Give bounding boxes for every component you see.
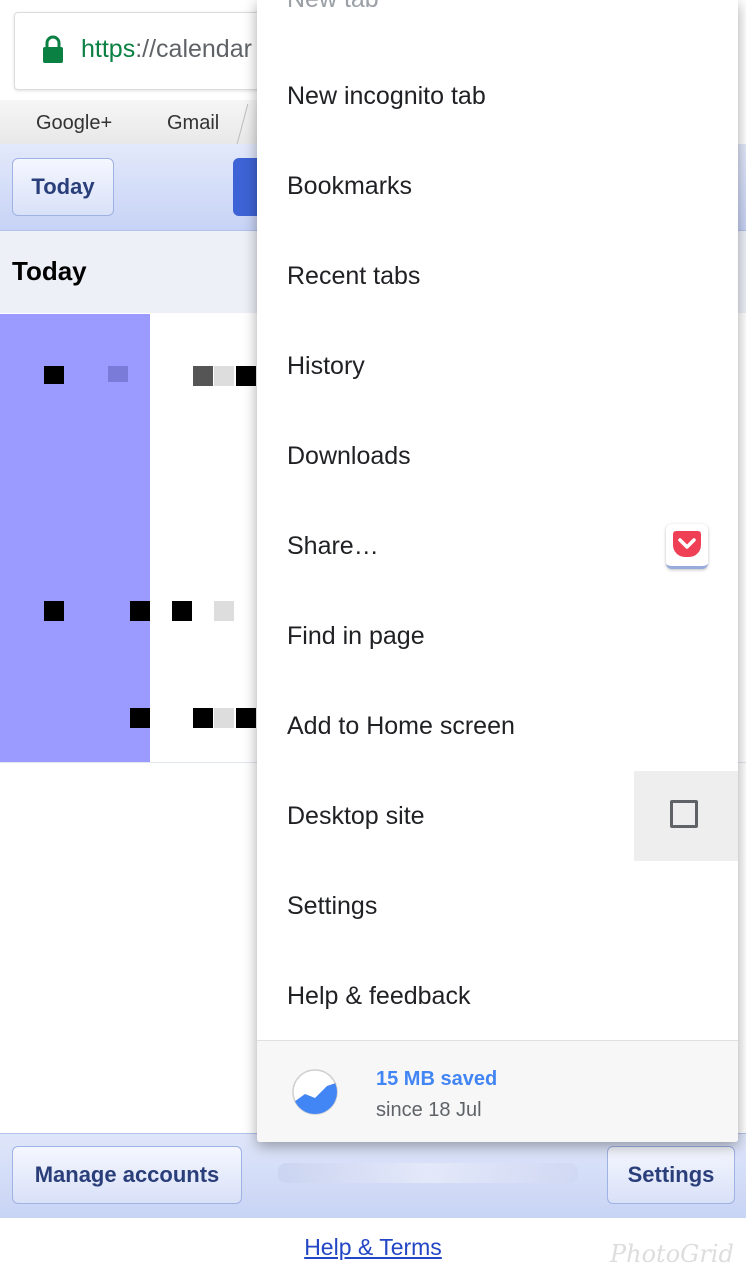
redaction-mark [130,601,150,621]
redaction-mark [44,366,64,384]
menu-item-label: Recent tabs [287,261,421,290]
redaction-mark [108,366,128,382]
redaction-mark [130,708,150,728]
manage-accounts-button[interactable]: Manage accounts [12,1146,242,1204]
menu-item-label: New tab [287,0,379,14]
redaction-mark [214,366,234,386]
menu-item-help-feedback[interactable]: Help & feedback [257,951,738,1041]
menu-item-share[interactable]: Share… [257,501,738,591]
menu-item-new-incognito-tab[interactable]: New incognito tab [257,51,738,141]
overflow-menu: New tab New incognito tab Bookmarks Rece… [257,0,738,1142]
menu-item-label: Add to Home screen [287,711,515,740]
menu-item-settings[interactable]: Settings [257,861,738,951]
redaction-mark [214,708,234,728]
url-rest: ://calendar [135,35,252,63]
menu-item-find-in-page[interactable]: Find in page [257,591,738,681]
redaction-mark [193,708,213,728]
menu-item-label: History [287,351,365,380]
settings-button[interactable]: Settings [607,1146,735,1204]
menu-item-recent-tabs[interactable]: Recent tabs [257,231,738,321]
today-heading: Today [12,256,87,286]
url-text: https://calendar [81,35,252,64]
menu-item-bookmarks[interactable]: Bookmarks [257,141,738,231]
watermark: PhotoGrid [610,1240,734,1268]
redaction-mark [193,366,213,386]
menu-item-label: Desktop site [287,801,425,830]
data-saved-amount: 15 MB saved [376,1068,498,1090]
tab-gmail[interactable]: Gmail [167,112,219,135]
menu-item-label: Downloads [287,441,411,470]
redaction-mark [214,601,234,621]
desktop-site-checkbox[interactable] [670,800,698,828]
desktop-site-checkbox-area[interactable] [634,771,738,861]
data-saver-icon [292,1069,338,1115]
tab-divider [236,104,249,144]
url-scheme: https [81,35,136,63]
menu-item-label: Share… [287,531,379,560]
tab-google-plus[interactable]: Google+ [36,112,112,135]
bookmark-tabs-bar: Google+ Gmail [0,100,290,145]
menu-item-label: Bookmarks [287,171,413,200]
menu-item-label: Help & feedback [287,981,471,1010]
menu-item-add-to-home-screen[interactable]: Add to Home screen [257,681,738,771]
redaction-mark [172,601,192,621]
lock-icon [43,35,63,63]
data-saver-footer[interactable]: 15 MB saved since 18 Jul [257,1040,738,1142]
menu-item-label: Settings [287,891,378,920]
menu-item-label: Find in page [287,621,425,650]
url-bar[interactable]: https://calendar [14,12,286,90]
pocket-icon[interactable] [666,524,708,569]
menu-item-history[interactable]: History [257,321,738,411]
today-button[interactable]: Today [12,158,114,216]
chevron-down-icon [678,538,696,549]
menu-item-new-tab[interactable]: New tab [257,0,738,44]
menu-item-downloads[interactable]: Downloads [257,411,738,501]
data-saved-since: since 18 Jul [376,1099,482,1121]
menu-item-label: New incognito tab [287,81,486,110]
redaction-mark [236,366,256,386]
redaction-mark [44,601,64,621]
blurred-text [278,1163,578,1183]
menu-item-desktop-site[interactable]: Desktop site [257,771,738,861]
redaction-mark [236,708,256,728]
